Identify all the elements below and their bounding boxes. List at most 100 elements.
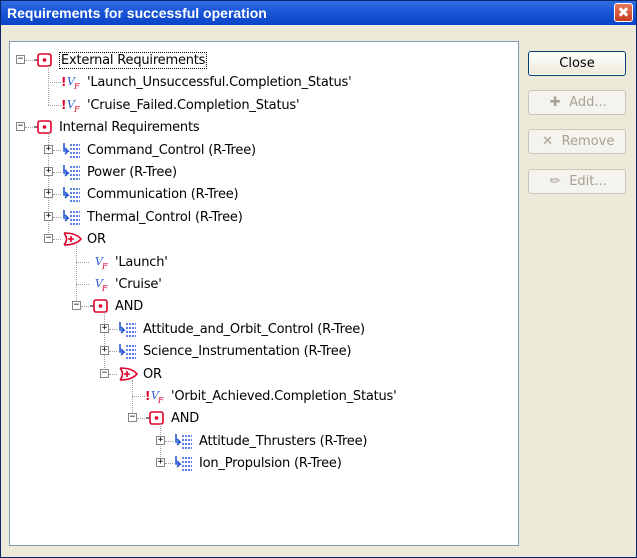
tree-node-label[interactable]: Thermal_Control (R-Tree): [87, 210, 243, 225]
tree-node-label[interactable]: Ion_Propulsion (R-Tree): [199, 456, 342, 471]
tree-node-label[interactable]: External Requirements: [59, 52, 208, 69]
requirements-tree[interactable]: − External Requirements! V F 'Launch_Unsucce…: [9, 41, 519, 546]
tree-node-label[interactable]: 'Cruise': [115, 277, 162, 292]
tree-node[interactable]: V F 'Cruise': [10, 274, 518, 296]
expand-icon[interactable]: +: [156, 435, 165, 445]
rtree-icon: [61, 164, 83, 180]
expand-icon[interactable]: +: [100, 323, 109, 333]
close-button-label: Close: [559, 56, 595, 71]
tree-connector: [165, 440, 173, 442]
tree-node-label[interactable]: 'Launch_Unsuccessful.Completion_Status': [87, 75, 352, 90]
tree-node[interactable]: + Attitude_Thrusters (R-Tree): [10, 431, 518, 453]
tree-node-label[interactable]: Science_Instrumentation (R-Tree): [143, 344, 351, 359]
tree-node[interactable]: + Communication (R-Tree): [10, 184, 518, 206]
tree-node-label[interactable]: Power (R-Tree): [87, 165, 177, 180]
tree-node[interactable]: − External Requirements: [10, 50, 518, 72]
tree-node[interactable]: − OR: [10, 229, 518, 251]
tree-node[interactable]: V F 'Launch': [10, 252, 518, 274]
tree-node[interactable]: ! V F 'Cruise_Failed.Completion_Status': [10, 95, 518, 117]
tree-connector: [76, 261, 89, 263]
rtree-icon: [117, 343, 139, 359]
tree-connector: [132, 396, 145, 397]
negated-variable-icon: ! V F: [145, 388, 167, 405]
variable-icon: VF: [89, 254, 111, 271]
collapse-icon[interactable]: −: [16, 55, 25, 64]
collapse-icon[interactable]: −: [16, 122, 25, 132]
tree-node-label[interactable]: Communication (R-Tree): [87, 187, 239, 202]
expand-icon[interactable]: +: [44, 167, 53, 176]
tree-node-label[interactable]: 'Launch': [115, 255, 168, 270]
tree-connector: [109, 373, 117, 375]
tree-connector: [137, 418, 145, 420]
requirements-dialog: Requirements for successful operation ✖ …: [0, 0, 637, 558]
tree-node[interactable]: − OR: [10, 364, 518, 386]
collapse-icon[interactable]: −: [72, 301, 81, 311]
tree-node[interactable]: + Command_Control (R-Tree): [10, 140, 518, 162]
rtree-icon: [61, 209, 83, 225]
tree-connector: [109, 328, 117, 330]
negated-variable-icon: ! V F: [61, 97, 83, 114]
tree-connector: [53, 172, 61, 173]
collapse-icon[interactable]: −: [44, 234, 53, 244]
tree-node-label[interactable]: 'Cruise_Failed.Completion_Status': [87, 98, 300, 113]
and-gate-icon: [145, 410, 167, 426]
tree-node[interactable]: ! V F 'Launch_Unsuccessful.Completion_Statu…: [10, 72, 518, 94]
tree-connector: [76, 284, 89, 285]
tree-node[interactable]: ! V F 'Orbit_Achieved.Completion_Status': [10, 386, 518, 408]
tree-node[interactable]: + Thermal_Control (R-Tree): [10, 207, 518, 229]
tree-node[interactable]: + Attitude_and_Orbit_Control (R-Tree): [10, 319, 518, 341]
collapse-icon[interactable]: −: [100, 368, 109, 378]
title-bar[interactable]: Requirements for successful operation ✖: [1, 1, 636, 25]
expand-icon[interactable]: +: [44, 144, 53, 154]
edit-button-label: Edit...: [569, 174, 607, 189]
window-close-icon[interactable]: ✖: [614, 3, 633, 22]
rtree-icon: [117, 321, 139, 337]
add-icon: ✚: [549, 95, 561, 110]
svg-text:!: !: [61, 98, 66, 112]
tree-node-label[interactable]: Command_Control (R-Tree): [87, 143, 256, 158]
svg-text:F: F: [101, 284, 108, 292]
svg-text:F: F: [73, 105, 80, 113]
tree-node[interactable]: − AND: [10, 408, 518, 430]
or-gate-icon: [117, 366, 139, 382]
remove-button[interactable]: ✕ Remove: [528, 129, 626, 154]
tree-node[interactable]: + Power (R-Tree): [10, 162, 518, 184]
edit-button[interactable]: ✏ Edit...: [528, 169, 626, 194]
collapse-icon[interactable]: −: [128, 413, 137, 423]
tree-node[interactable]: + Ion_Propulsion (R-Tree): [10, 453, 518, 475]
tree-node-label[interactable]: Internal Requirements: [59, 120, 200, 135]
add-button[interactable]: ✚ Add...: [528, 90, 626, 115]
tree-connector: [48, 82, 61, 84]
tree-node-label[interactable]: AND: [171, 411, 199, 426]
expand-icon[interactable]: +: [44, 211, 53, 221]
tree-connector: [81, 306, 89, 308]
add-button-label: Add...: [569, 95, 607, 110]
expand-icon[interactable]: +: [156, 458, 165, 468]
tree-node-label[interactable]: 'Orbit_Achieved.Completion_Status': [171, 389, 397, 404]
expand-icon[interactable]: +: [44, 189, 53, 199]
tree-node[interactable]: − AND: [10, 296, 518, 318]
svg-text:F: F: [157, 396, 164, 404]
tree-connector: [53, 216, 61, 218]
tree-node-label[interactable]: OR: [143, 367, 162, 382]
remove-icon: ✕: [542, 134, 554, 149]
tree-node-label[interactable]: AND: [115, 299, 143, 314]
tree-node-label[interactable]: Attitude_and_Orbit_Control (R-Tree): [143, 322, 365, 337]
tree-connector: [25, 127, 33, 129]
tree-connector: [109, 351, 117, 353]
variable-icon: VF: [89, 276, 111, 293]
remove-button-label: Remove: [561, 134, 615, 149]
tree-connector: [53, 194, 61, 196]
tree-connector: [48, 104, 61, 106]
close-button[interactable]: Close: [528, 51, 626, 76]
tree-node[interactable]: − Internal Requirements: [10, 117, 518, 139]
tree-connector: [165, 463, 173, 465]
expand-icon[interactable]: +: [100, 346, 109, 356]
tree-node-label[interactable]: OR: [87, 232, 106, 247]
tree-connector: [53, 149, 61, 151]
edit-icon: ✏: [549, 174, 561, 189]
rtree-icon: [61, 186, 83, 203]
tree-node-label[interactable]: Attitude_Thrusters (R-Tree): [199, 434, 367, 449]
rtree-icon: [173, 433, 195, 449]
tree-node[interactable]: + Science_Instrumentation (R-Tree): [10, 341, 518, 363]
